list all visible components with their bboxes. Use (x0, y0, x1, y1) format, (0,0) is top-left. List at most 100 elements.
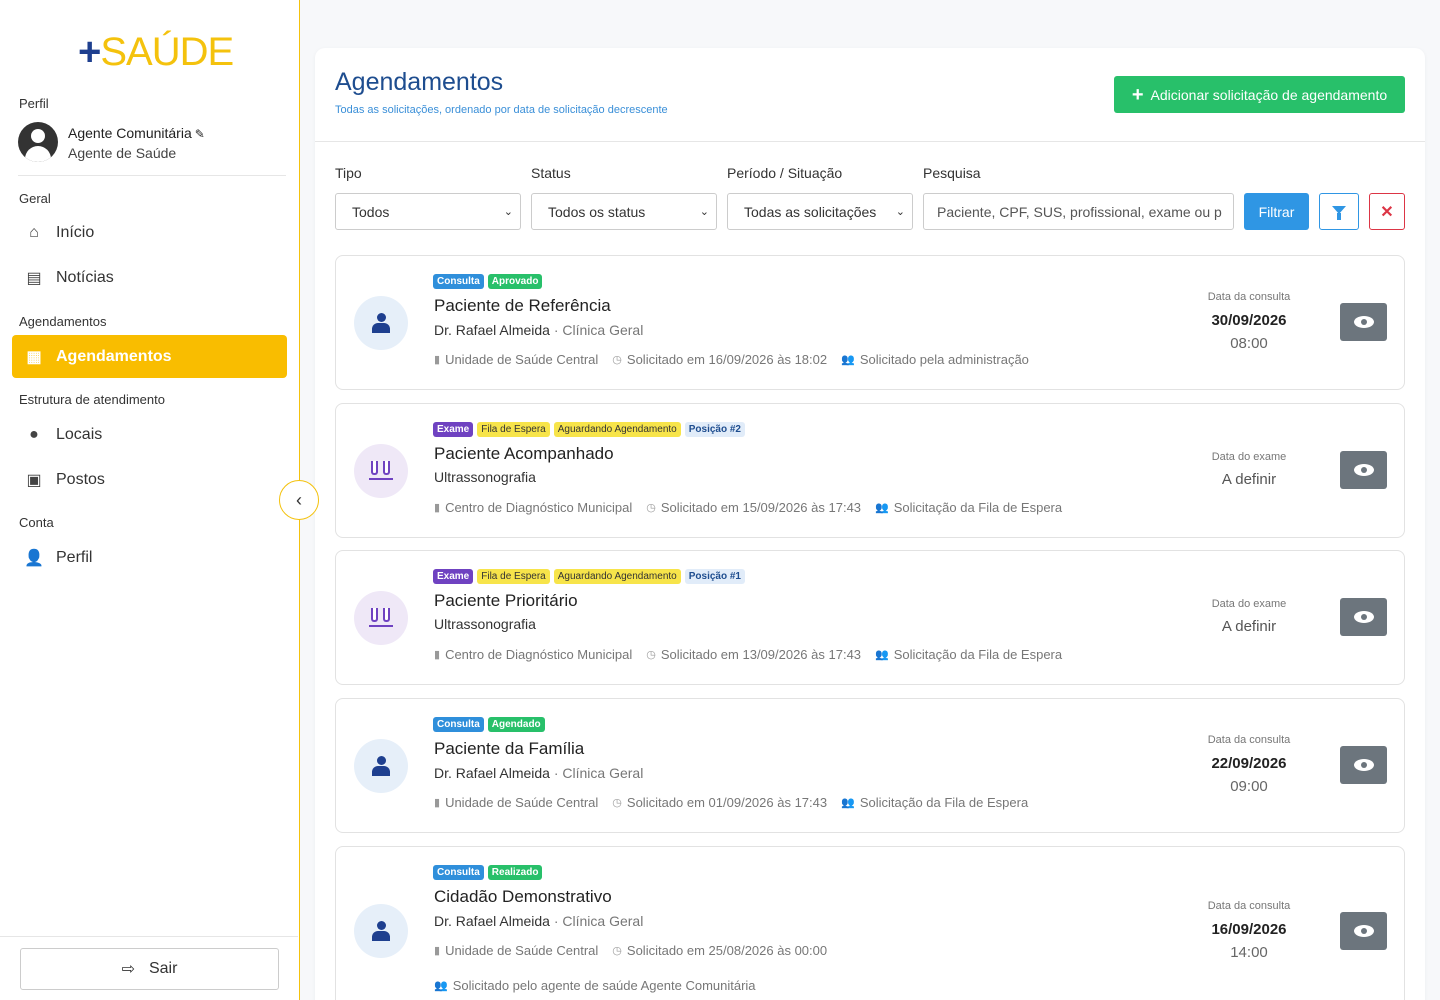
status-badge: Aguardando Agendamento (553, 422, 681, 437)
status-badge: Agendado (487, 717, 545, 732)
appointment-card[interactable]: Consulta Aprovado Paciente de Referência… (335, 255, 1405, 390)
type-badge: Consulta (433, 717, 484, 732)
sidebar-footer: ⇨ Sair (0, 936, 298, 1000)
building-icon: ▮ (434, 797, 441, 809)
home-icon: ⌂ (29, 223, 39, 241)
view-button[interactable] (1340, 303, 1387, 341)
filter-tipo-label: Tipo (335, 165, 362, 181)
sidebar-item-label: Notícias (56, 268, 114, 286)
filter-status-label: Status (531, 165, 571, 181)
doctor-icon (354, 739, 408, 793)
page-title: Agendamentos (335, 68, 504, 96)
header-divider (315, 141, 1425, 142)
filter-icon (1332, 206, 1346, 220)
section-label-agendamentos: Agendamentos (19, 314, 107, 329)
sidebar-item-postos[interactable]: ▣ Postos (12, 458, 287, 501)
appointment-date: 16/09/2026 (1211, 921, 1287, 938)
exam-name: Ultrassonografia (434, 616, 536, 632)
filter-button[interactable]: Filtrar (1244, 193, 1309, 230)
advanced-filter-button[interactable] (1319, 193, 1359, 230)
doctor-icon (354, 296, 408, 350)
clock-icon: ◷ (612, 354, 622, 366)
map-marker-icon: ● (29, 425, 39, 443)
appointment-meta: ▮ Unidade de Saúde Central ◷ Solicitado em… (434, 352, 1029, 367)
appointment-date: A definir (1221, 471, 1277, 488)
professional-line: Dr. Rafael Almeida · Clínica Geral (434, 322, 644, 338)
view-button[interactable] (1340, 598, 1387, 636)
date-box: Data da consulta 22/09/2026 09:00 (1166, 734, 1332, 795)
sidebar-item-label: Agendamentos (56, 347, 172, 365)
user-profile: Agente Comunitária ✎ Agente de Saúde (18, 122, 286, 176)
view-button[interactable] (1340, 912, 1387, 950)
building-icon: ▮ (434, 502, 441, 514)
app-logo[interactable]: +SAÚDE (78, 28, 234, 76)
appointment-date: 30/09/2026 (1211, 312, 1287, 329)
close-icon: ✕ (1380, 203, 1394, 221)
appointment-meta: ▮ Centro de Diagnóstico Municipal ◷ Solici… (434, 647, 1063, 662)
eye-icon (1353, 464, 1374, 476)
appointment-card[interactable]: Consulta Agendado Paciente da Família Dr… (335, 698, 1405, 833)
appointment-origin: 👥 Solicitado pelo agente de saúde Agente … (434, 978, 756, 993)
eye-icon (1353, 611, 1374, 623)
status-badge: Realizado (487, 865, 543, 880)
patient-name: Paciente Acompanhado (434, 444, 614, 463)
eye-icon (1353, 316, 1374, 328)
sidebar-item-locais[interactable]: ● Locais (12, 413, 287, 456)
filter-search-label: Pesquisa (923, 165, 981, 181)
users-icon: 👥 (841, 354, 855, 366)
view-button[interactable] (1340, 451, 1387, 489)
test-tubes-icon (354, 444, 408, 498)
filter-tipo-select[interactable]: Todos ⌄ (335, 193, 521, 230)
appointment-meta: ▮ Centro de Diagnóstico Municipal ◷ Solici… (434, 500, 1063, 515)
sidebar-item-inicio[interactable]: ⌂ Início (12, 211, 287, 254)
plus-icon: + (1131, 83, 1144, 106)
clear-filters-button[interactable]: ✕ (1369, 193, 1405, 230)
add-appointment-button[interactable]: + Adicionar solicitação de agendamento (1114, 76, 1405, 113)
appointment-card[interactable]: Exame Fila de Espera Aguardando Agendame… (335, 550, 1405, 685)
appointment-card[interactable]: Exame Fila de Espera Aguardando Agendame… (335, 403, 1405, 538)
eye-icon (1353, 759, 1374, 771)
section-label-conta: Conta (19, 515, 54, 530)
patient-name: Paciente da Família (434, 739, 585, 758)
position-badge: Posição #1 (684, 569, 745, 584)
sidebar-item-agendamentos[interactable]: ▦ Agendamentos (12, 335, 287, 378)
appointment-meta: ▮ Unidade de Saúde Central ◷ Solicitado em… (434, 943, 828, 958)
appointment-date: 22/09/2026 (1211, 755, 1287, 772)
date-box: Data do exame A definir (1166, 451, 1332, 488)
sidebar-item-perfil[interactable]: 👤 Perfil (12, 536, 287, 579)
patient-name: Paciente de Referência (434, 296, 611, 315)
appointment-time: 14:00 (1230, 944, 1268, 961)
sidebar-item-label: Início (56, 223, 95, 241)
search-input[interactable]: Paciente, CPF, SUS, profissional, exame … (923, 193, 1234, 230)
appointment-card[interactable]: Consulta Realizado Cidadão Demonstrativo… (335, 846, 1405, 1000)
chevron-down-icon: ⌄ (699, 206, 709, 218)
sidebar-item-noticias[interactable]: ▤ Notícias (12, 256, 287, 299)
sidebar-item-label: Postos (56, 470, 105, 488)
users-icon: 👥 (841, 797, 855, 809)
test-tubes-icon (354, 591, 408, 645)
users-icon: 👥 (875, 649, 889, 661)
filter-status-select[interactable]: Todos os status ⌄ (531, 193, 717, 230)
type-badge: Exame (433, 569, 474, 584)
hospital-icon: ▣ (26, 471, 42, 489)
chevron-left-icon: ‹ (296, 489, 302, 510)
logout-button[interactable]: ⇨ Sair (20, 948, 279, 990)
users-icon: 👥 (875, 502, 889, 514)
date-box: Data do exame A definir (1166, 598, 1332, 635)
user-avatar-icon (18, 122, 58, 162)
queue-badge: Fila de Espera (477, 422, 550, 437)
filter-periodo-select[interactable]: Todas as solicitações ⌄ (727, 193, 913, 230)
building-icon: ▮ (434, 649, 441, 661)
user-name[interactable]: Agente Comunitária ✎ (68, 125, 205, 141)
building-icon: ▮ (434, 354, 441, 366)
chevron-down-icon: ⌄ (895, 206, 905, 218)
view-button[interactable] (1340, 746, 1387, 784)
edit-icon[interactable]: ✎ (195, 127, 205, 141)
section-label-estrutura: Estrutura de atendimento (19, 392, 165, 407)
appointment-meta: ▮ Unidade de Saúde Central ◷ Solicitado em… (434, 795, 1029, 810)
filter-periodo-label: Período / Situação (727, 165, 843, 181)
sidebar-collapse-button[interactable]: ‹ (279, 480, 319, 520)
doctor-icon (354, 904, 408, 958)
status-badge: Aprovado (487, 274, 543, 289)
type-badge: Consulta (433, 274, 484, 289)
